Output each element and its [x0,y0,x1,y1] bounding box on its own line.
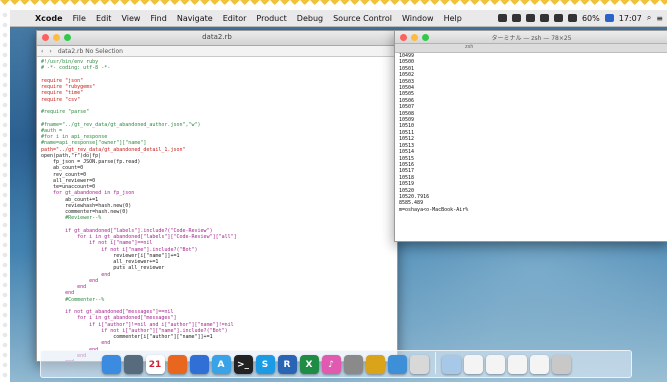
volume-icon[interactable] [567,14,577,22]
menu-debug[interactable]: Debug [292,14,328,23]
display-icon[interactable] [511,14,521,22]
terminal-output[interactable]: 10499 10500 10501 10502 10503 10504 10505 10506… [399,53,664,239]
jump-bar: ‹ › data2.rb No Selection [37,46,397,57]
dock-document-4-icon[interactable] [529,355,549,374]
menu-window[interactable]: Window [397,14,439,23]
editor-window: data2.rb ‹ › data2.rb No Selection #!/us… [36,30,398,362]
dock-tools-app-icon[interactable] [343,355,363,374]
dock-folder-stack-icon[interactable] [441,355,461,374]
dock-chrome-icon[interactable] [365,355,385,374]
dock-calendar-icon[interactable]: 21 [145,355,165,374]
decorative-dot-border [0,10,10,382]
menu-view[interactable]: View [116,14,145,23]
editor-titlebar[interactable]: data2.rb [37,31,397,46]
dock-skype-icon[interactable]: S [255,355,275,374]
terminal-tab[interactable]: zsh [465,44,473,50]
menu-app-name[interactable]: Xcode [30,14,68,23]
dock-document-1-icon[interactable] [463,355,483,374]
menu-bar: Xcode File Edit View Find Navigate Edito… [10,10,667,27]
dock-app-r-icon[interactable]: R [277,355,297,374]
shield-icon[interactable] [497,14,507,22]
terminal-line: m=oshaya<o-MacBook-Air% [399,206,472,213]
notification-center-icon[interactable]: ≡ [656,14,663,23]
dock-script-editor-icon[interactable] [409,355,429,374]
clock[interactable]: 17:07 [619,14,642,23]
dock-separator [434,352,436,374]
dock-trash-icon[interactable] [551,355,571,374]
decorative-zigzag-border [0,0,667,10]
code-editor[interactable]: #!/usr/bin/env ruby # -*- coding: utf-8 -… [37,57,397,361]
dock-app-2-icon[interactable] [189,355,209,374]
dock-photos-app-icon[interactable] [123,355,143,374]
menu-editor[interactable]: Editor [218,14,252,23]
menu-find[interactable]: Find [145,14,171,23]
terminal-window: ターミナル — zsh — 78×25 zsh 10499 10500 10501 1… [394,30,667,242]
wifi-icon[interactable] [553,14,563,22]
time-machine-icon[interactable] [525,14,535,22]
menu-file[interactable]: File [68,14,91,23]
dock-document-2-icon[interactable] [485,355,505,374]
dock-app-store-icon[interactable]: A [211,355,231,374]
dock-terminal-app-icon[interactable]: >_ [233,355,253,374]
dock-finder-icon[interactable] [101,355,121,374]
menu-help[interactable]: Help [439,14,467,23]
battery-percent[interactable]: 60% [582,14,600,23]
input-source-icon[interactable] [604,14,614,22]
dock-firefox-icon[interactable] [167,355,187,374]
status-area: 60% 17:07 ⌕ ≡ [497,13,667,23]
back-icon[interactable]: ‹ [41,48,43,55]
dock-xcode-app-icon[interactable] [387,355,407,374]
dock-itunes-icon[interactable]: ♪ [321,355,341,374]
forward-icon[interactable]: › [49,48,51,55]
dock: 21 A >_ S R X ♪ [40,350,632,378]
terminal-title: ターミナル — zsh — 78×25 [491,35,572,42]
bluetooth-icon[interactable] [539,14,549,22]
menu-navigate[interactable]: Navigate [172,14,218,23]
jump-bar-path[interactable]: data2.rb No Selection [58,48,123,55]
spotlight-icon[interactable]: ⌕ [647,13,651,23]
menu-source-control[interactable]: Source Control [328,14,397,23]
editor-title: data2.rb [202,33,232,41]
menu-product[interactable]: Product [251,14,291,23]
terminal-tab-bar: zsh [395,44,667,53]
menu-edit[interactable]: Edit [91,14,117,23]
dock-excel-icon[interactable]: X [299,355,319,374]
terminal-titlebar[interactable]: ターミナル — zsh — 78×25 [395,31,667,44]
dock-document-3-icon[interactable] [507,355,527,374]
